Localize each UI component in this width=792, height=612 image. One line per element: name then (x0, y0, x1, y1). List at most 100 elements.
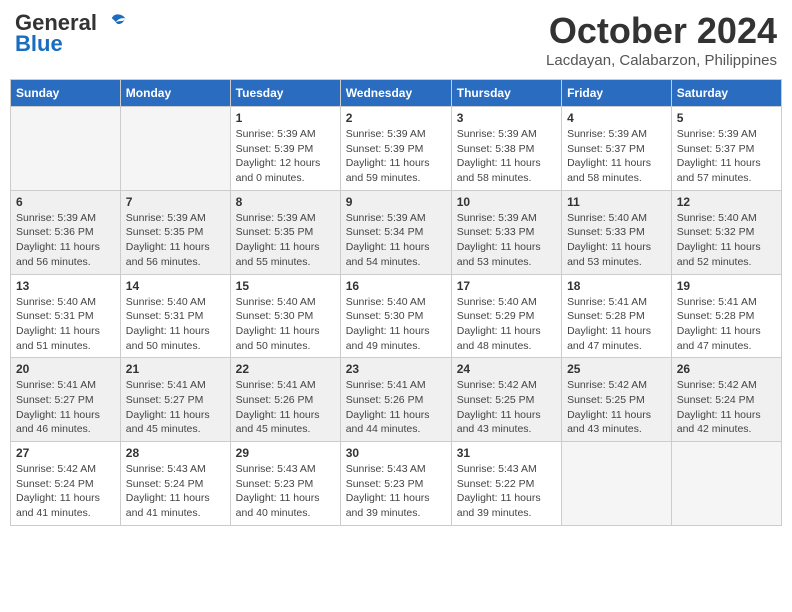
day-info: Sunrise: 5:42 AM Sunset: 5:25 PM Dayligh… (457, 378, 556, 437)
calendar-table: Sunday Monday Tuesday Wednesday Thursday… (10, 79, 782, 526)
calendar-cell: 18Sunrise: 5:41 AM Sunset: 5:28 PM Dayli… (562, 274, 672, 358)
day-info: Sunrise: 5:41 AM Sunset: 5:26 PM Dayligh… (346, 378, 446, 437)
day-number: 3 (457, 111, 556, 125)
day-number: 28 (126, 446, 225, 460)
day-number: 15 (236, 279, 335, 293)
day-info: Sunrise: 5:41 AM Sunset: 5:27 PM Dayligh… (16, 378, 115, 437)
calendar-cell: 12 Sunrise: 5:40 AM Sunset: 5:32 PM Dayli… (671, 190, 781, 274)
calendar-cell: 23 Sunrise: 5:41 AM Sunset: 5:26 PM Dayli… (340, 358, 451, 442)
calendar-cell: 24 Sunrise: 5:42 AM Sunset: 5:25 PM Dayli… (451, 358, 561, 442)
day-info: Sunrise: 5:39 AM Sunset: 5:35 PM Dayligh… (126, 211, 225, 270)
day-info: Sunrise: 5:40 AM Sunset: 5:29 PM Dayligh… (457, 295, 556, 354)
location-title: Lacdayan, Calabarzon, Philippines (546, 52, 777, 69)
day-number: 25 (567, 362, 666, 376)
calendar-cell: 15 Sunrise: 5:40 AM Sunset: 5:30 PM Dayli… (230, 274, 340, 358)
day-info: Sunrise: 5:43 AM Sunset: 5:23 PM Dayligh… (346, 462, 446, 521)
calendar-cell: 5 Sunrise: 5:39 AM Sunset: 5:37 PM Daylig… (671, 107, 781, 191)
day-number: 22 (236, 362, 335, 376)
calendar-cell: 7 Sunrise: 5:39 AM Sunset: 5:35 PM Daylig… (120, 190, 230, 274)
day-number: 27 (16, 446, 115, 460)
calendar-cell (671, 442, 781, 526)
day-info: Sunrise: 5:40 AM Sunset: 5:32 PM Dayligh… (677, 211, 776, 270)
week-row-2: 6 Sunrise: 5:39 AM Sunset: 5:36 PM Daylig… (11, 190, 782, 274)
calendar-body: 1Sunrise: 5:39 AM Sunset: 5:39 PM Daylig… (11, 107, 782, 526)
calendar-cell: 16 Sunrise: 5:40 AM Sunset: 5:30 PM Dayli… (340, 274, 451, 358)
day-number: 16 (346, 279, 446, 293)
calendar-cell: 1Sunrise: 5:39 AM Sunset: 5:39 PM Daylig… (230, 107, 340, 191)
day-number: 7 (126, 195, 225, 209)
col-thursday: Thursday (451, 80, 561, 107)
day-number: 24 (457, 362, 556, 376)
col-friday: Friday (562, 80, 672, 107)
calendar-cell (562, 442, 672, 526)
day-info: Sunrise: 5:43 AM Sunset: 5:24 PM Dayligh… (126, 462, 225, 521)
day-number: 31 (457, 446, 556, 460)
day-number: 30 (346, 446, 446, 460)
calendar-cell: 29 Sunrise: 5:43 AM Sunset: 5:23 PM Dayli… (230, 442, 340, 526)
calendar-cell: 17 Sunrise: 5:40 AM Sunset: 5:29 PM Dayli… (451, 274, 561, 358)
calendar-cell: 13 Sunrise: 5:40 AM Sunset: 5:31 PM Dayli… (11, 274, 121, 358)
day-info: Sunrise: 5:40 AM Sunset: 5:30 PM Dayligh… (346, 295, 446, 354)
col-sunday: Sunday (11, 80, 121, 107)
calendar-cell: 10Sunrise: 5:39 AM Sunset: 5:33 PM Dayli… (451, 190, 561, 274)
day-info: Sunrise: 5:42 AM Sunset: 5:24 PM Dayligh… (16, 462, 115, 521)
day-info: Sunrise: 5:39 AM Sunset: 5:34 PM Dayligh… (346, 211, 446, 270)
calendar-cell: 25Sunrise: 5:42 AM Sunset: 5:25 PM Dayli… (562, 358, 672, 442)
day-info: Sunrise: 5:41 AM Sunset: 5:28 PM Dayligh… (677, 295, 776, 354)
day-number: 18 (567, 279, 666, 293)
day-number: 17 (457, 279, 556, 293)
day-number: 11 (567, 195, 666, 209)
week-row-1: 1Sunrise: 5:39 AM Sunset: 5:39 PM Daylig… (11, 107, 782, 191)
day-number: 5 (677, 111, 776, 125)
calendar-header: Sunday Monday Tuesday Wednesday Thursday… (11, 80, 782, 107)
week-row-3: 13 Sunrise: 5:40 AM Sunset: 5:31 PM Dayli… (11, 274, 782, 358)
col-saturday: Saturday (671, 80, 781, 107)
logo: General Blue (15, 10, 127, 57)
day-info: Sunrise: 5:43 AM Sunset: 5:22 PM Dayligh… (457, 462, 556, 521)
calendar-cell: 2 Sunrise: 5:39 AM Sunset: 5:39 PM Daylig… (340, 107, 451, 191)
day-number: 14 (126, 279, 225, 293)
week-row-4: 20Sunrise: 5:41 AM Sunset: 5:27 PM Dayli… (11, 358, 782, 442)
calendar-cell: 6 Sunrise: 5:39 AM Sunset: 5:36 PM Daylig… (11, 190, 121, 274)
day-info: Sunrise: 5:39 AM Sunset: 5:33 PM Dayligh… (457, 211, 556, 270)
day-info: Sunrise: 5:41 AM Sunset: 5:26 PM Dayligh… (236, 378, 335, 437)
day-info: Sunrise: 5:43 AM Sunset: 5:23 PM Dayligh… (236, 462, 335, 521)
day-number: 2 (346, 111, 446, 125)
calendar-cell: 27 Sunrise: 5:42 AM Sunset: 5:24 PM Dayli… (11, 442, 121, 526)
calendar-cell: 3 Sunrise: 5:39 AM Sunset: 5:38 PM Daylig… (451, 107, 561, 191)
calendar-cell: 8Sunrise: 5:39 AM Sunset: 5:35 PM Daylig… (230, 190, 340, 274)
week-row-5: 27 Sunrise: 5:42 AM Sunset: 5:24 PM Dayli… (11, 442, 782, 526)
col-wednesday: Wednesday (340, 80, 451, 107)
calendar-cell: 14 Sunrise: 5:40 AM Sunset: 5:31 PM Dayli… (120, 274, 230, 358)
day-info: Sunrise: 5:40 AM Sunset: 5:30 PM Dayligh… (236, 295, 335, 354)
day-info: Sunrise: 5:39 AM Sunset: 5:39 PM Dayligh… (346, 127, 446, 186)
day-number: 26 (677, 362, 776, 376)
day-info: Sunrise: 5:42 AM Sunset: 5:24 PM Dayligh… (677, 378, 776, 437)
calendar-cell: 30 Sunrise: 5:43 AM Sunset: 5:23 PM Dayli… (340, 442, 451, 526)
day-number: 13 (16, 279, 115, 293)
calendar-cell (120, 107, 230, 191)
day-info: Sunrise: 5:39 AM Sunset: 5:38 PM Dayligh… (457, 127, 556, 186)
day-number: 12 (677, 195, 776, 209)
day-info: Sunrise: 5:40 AM Sunset: 5:33 PM Dayligh… (567, 211, 666, 270)
day-info: Sunrise: 5:40 AM Sunset: 5:31 PM Dayligh… (126, 295, 225, 354)
calendar-cell (11, 107, 121, 191)
logo-bird-icon (99, 12, 127, 34)
calendar-cell: 21 Sunrise: 5:41 AM Sunset: 5:27 PM Dayli… (120, 358, 230, 442)
calendar-cell: 19 Sunrise: 5:41 AM Sunset: 5:28 PM Dayli… (671, 274, 781, 358)
day-number: 6 (16, 195, 115, 209)
day-info: Sunrise: 5:39 AM Sunset: 5:39 PM Dayligh… (236, 127, 335, 186)
day-number: 29 (236, 446, 335, 460)
title-section: October 2024 Lacdayan, Calabarzon, Phili… (546, 10, 777, 69)
day-info: Sunrise: 5:39 AM Sunset: 5:37 PM Dayligh… (567, 127, 666, 186)
day-info: Sunrise: 5:40 AM Sunset: 5:31 PM Dayligh… (16, 295, 115, 354)
day-number: 9 (346, 195, 446, 209)
day-info: Sunrise: 5:39 AM Sunset: 5:36 PM Dayligh… (16, 211, 115, 270)
day-number: 21 (126, 362, 225, 376)
day-info: Sunrise: 5:39 AM Sunset: 5:35 PM Dayligh… (236, 211, 335, 270)
day-number: 19 (677, 279, 776, 293)
day-number: 23 (346, 362, 446, 376)
page-header: General Blue October 2024 Lacdayan, Cala… (10, 10, 782, 69)
day-info: Sunrise: 5:39 AM Sunset: 5:37 PM Dayligh… (677, 127, 776, 186)
day-info: Sunrise: 5:41 AM Sunset: 5:27 PM Dayligh… (126, 378, 225, 437)
